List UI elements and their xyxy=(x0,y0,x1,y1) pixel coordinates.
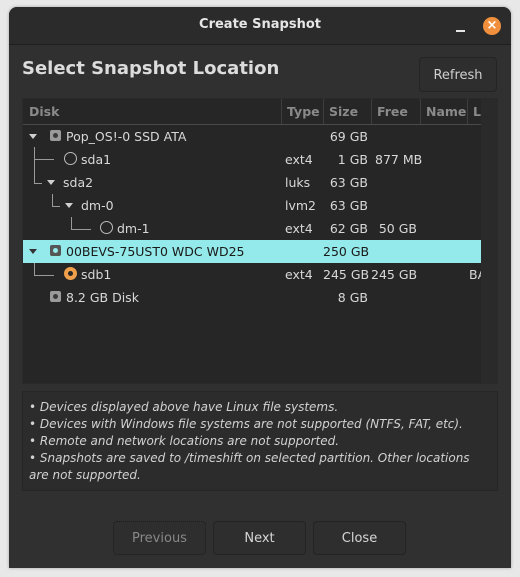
table-row[interactable]: sda1 ext4 1 GB 877 MB xyxy=(23,148,481,171)
close-button[interactable]: Close xyxy=(313,521,406,555)
disk-name: 8.2 GB Disk xyxy=(66,290,139,305)
partition-free: 50 GB xyxy=(378,221,417,236)
table-header: Disk Type Size Free Name Lab xyxy=(23,99,497,125)
vertical-scrollbar[interactable] xyxy=(481,99,497,383)
disk-size: 8 GB xyxy=(337,290,368,305)
info-line: • Devices displayed above have Linux fil… xyxy=(29,400,339,414)
previous-button[interactable]: Previous xyxy=(113,521,206,555)
partition-type: luks xyxy=(285,175,311,190)
partition-free: 877 MB xyxy=(375,152,423,167)
table-row-selected[interactable]: 00BEVS-75UST0 WDC WD25 250 GB xyxy=(23,240,481,263)
partition-name: sda1 xyxy=(81,152,112,167)
column-header-size[interactable]: Size xyxy=(323,99,358,124)
table-row[interactable]: dm-1 ext4 62 GB 50 GB xyxy=(23,217,481,240)
radio-button[interactable] xyxy=(100,221,113,234)
refresh-button[interactable]: Refresh xyxy=(419,57,497,92)
disk-icon xyxy=(50,130,61,141)
partition-type: ext4 xyxy=(285,221,313,236)
disk-size: 250 GB xyxy=(323,244,370,259)
disk-icon xyxy=(50,245,61,256)
column-header-disk[interactable]: Disk xyxy=(29,104,59,119)
minimize-button[interactable] xyxy=(454,19,468,33)
partition-name: sdb1 xyxy=(81,267,112,282)
partition-name: sda2 xyxy=(63,175,94,190)
info-panel: • Devices displayed above have Linux fil… xyxy=(22,391,498,491)
disk-icon xyxy=(50,291,61,302)
close-icon: × xyxy=(486,18,498,33)
window-title: Create Snapshot xyxy=(199,17,321,32)
table-row[interactable]: 8.2 GB Disk 8 GB xyxy=(23,286,481,309)
expander-arrow-icon[interactable] xyxy=(29,249,37,254)
disk-size: 69 GB xyxy=(329,129,368,144)
partition-name: dm-1 xyxy=(117,221,150,236)
window-close-button[interactable]: × xyxy=(483,17,501,35)
partition-type: lvm2 xyxy=(285,198,316,213)
partition-size: 63 GB xyxy=(329,198,368,213)
disk-name: Pop_OS!-0 SSD ATA xyxy=(66,129,187,144)
partition-free: 245 GB xyxy=(371,267,418,282)
disk-tree-view[interactable]: Disk Type Size Free Name Lab Pop_OS!-0 S… xyxy=(22,98,498,384)
create-snapshot-window: Create Snapshot × Select Snapshot Locati… xyxy=(9,7,511,568)
next-button[interactable]: Next xyxy=(213,521,306,555)
info-line: • Devices with Windows file systems are … xyxy=(29,417,463,431)
table-row[interactable]: sdb1 ext4 245 GB 245 GB BACI xyxy=(23,263,497,286)
partition-size: 245 GB xyxy=(323,267,370,282)
table-row[interactable]: dm-0 lvm2 63 GB xyxy=(23,194,481,217)
table-row[interactable]: sda2 luks 63 GB xyxy=(23,171,481,194)
disk-name: 00BEVS-75UST0 WDC WD25 xyxy=(66,244,245,259)
column-header-type[interactable]: Type xyxy=(281,99,320,124)
expander-arrow-icon[interactable] xyxy=(29,134,37,139)
radio-button-checked[interactable] xyxy=(64,267,77,280)
column-header-free[interactable]: Free xyxy=(371,99,408,124)
partition-size: 1 GB xyxy=(337,152,368,167)
partition-name: dm-0 xyxy=(81,198,114,213)
expander-arrow-icon[interactable] xyxy=(65,203,73,208)
expander-arrow-icon[interactable] xyxy=(47,180,55,185)
info-line: • Remote and network locations are not s… xyxy=(29,434,340,448)
partition-type: ext4 xyxy=(285,267,313,282)
partition-type: ext4 xyxy=(285,152,313,167)
table-row[interactable]: Pop_OS!-0 SSD ATA 69 GB xyxy=(23,125,481,148)
page-title: Select Snapshot Location xyxy=(22,58,280,79)
radio-button[interactable] xyxy=(64,152,77,165)
partition-size: 62 GB xyxy=(329,221,368,236)
title-bar[interactable]: Create Snapshot × xyxy=(9,7,511,45)
partition-size: 63 GB xyxy=(329,175,368,190)
info-line: • Snapshots are saved to /timeshift on s… xyxy=(29,451,470,482)
column-header-name[interactable]: Name xyxy=(420,99,466,124)
